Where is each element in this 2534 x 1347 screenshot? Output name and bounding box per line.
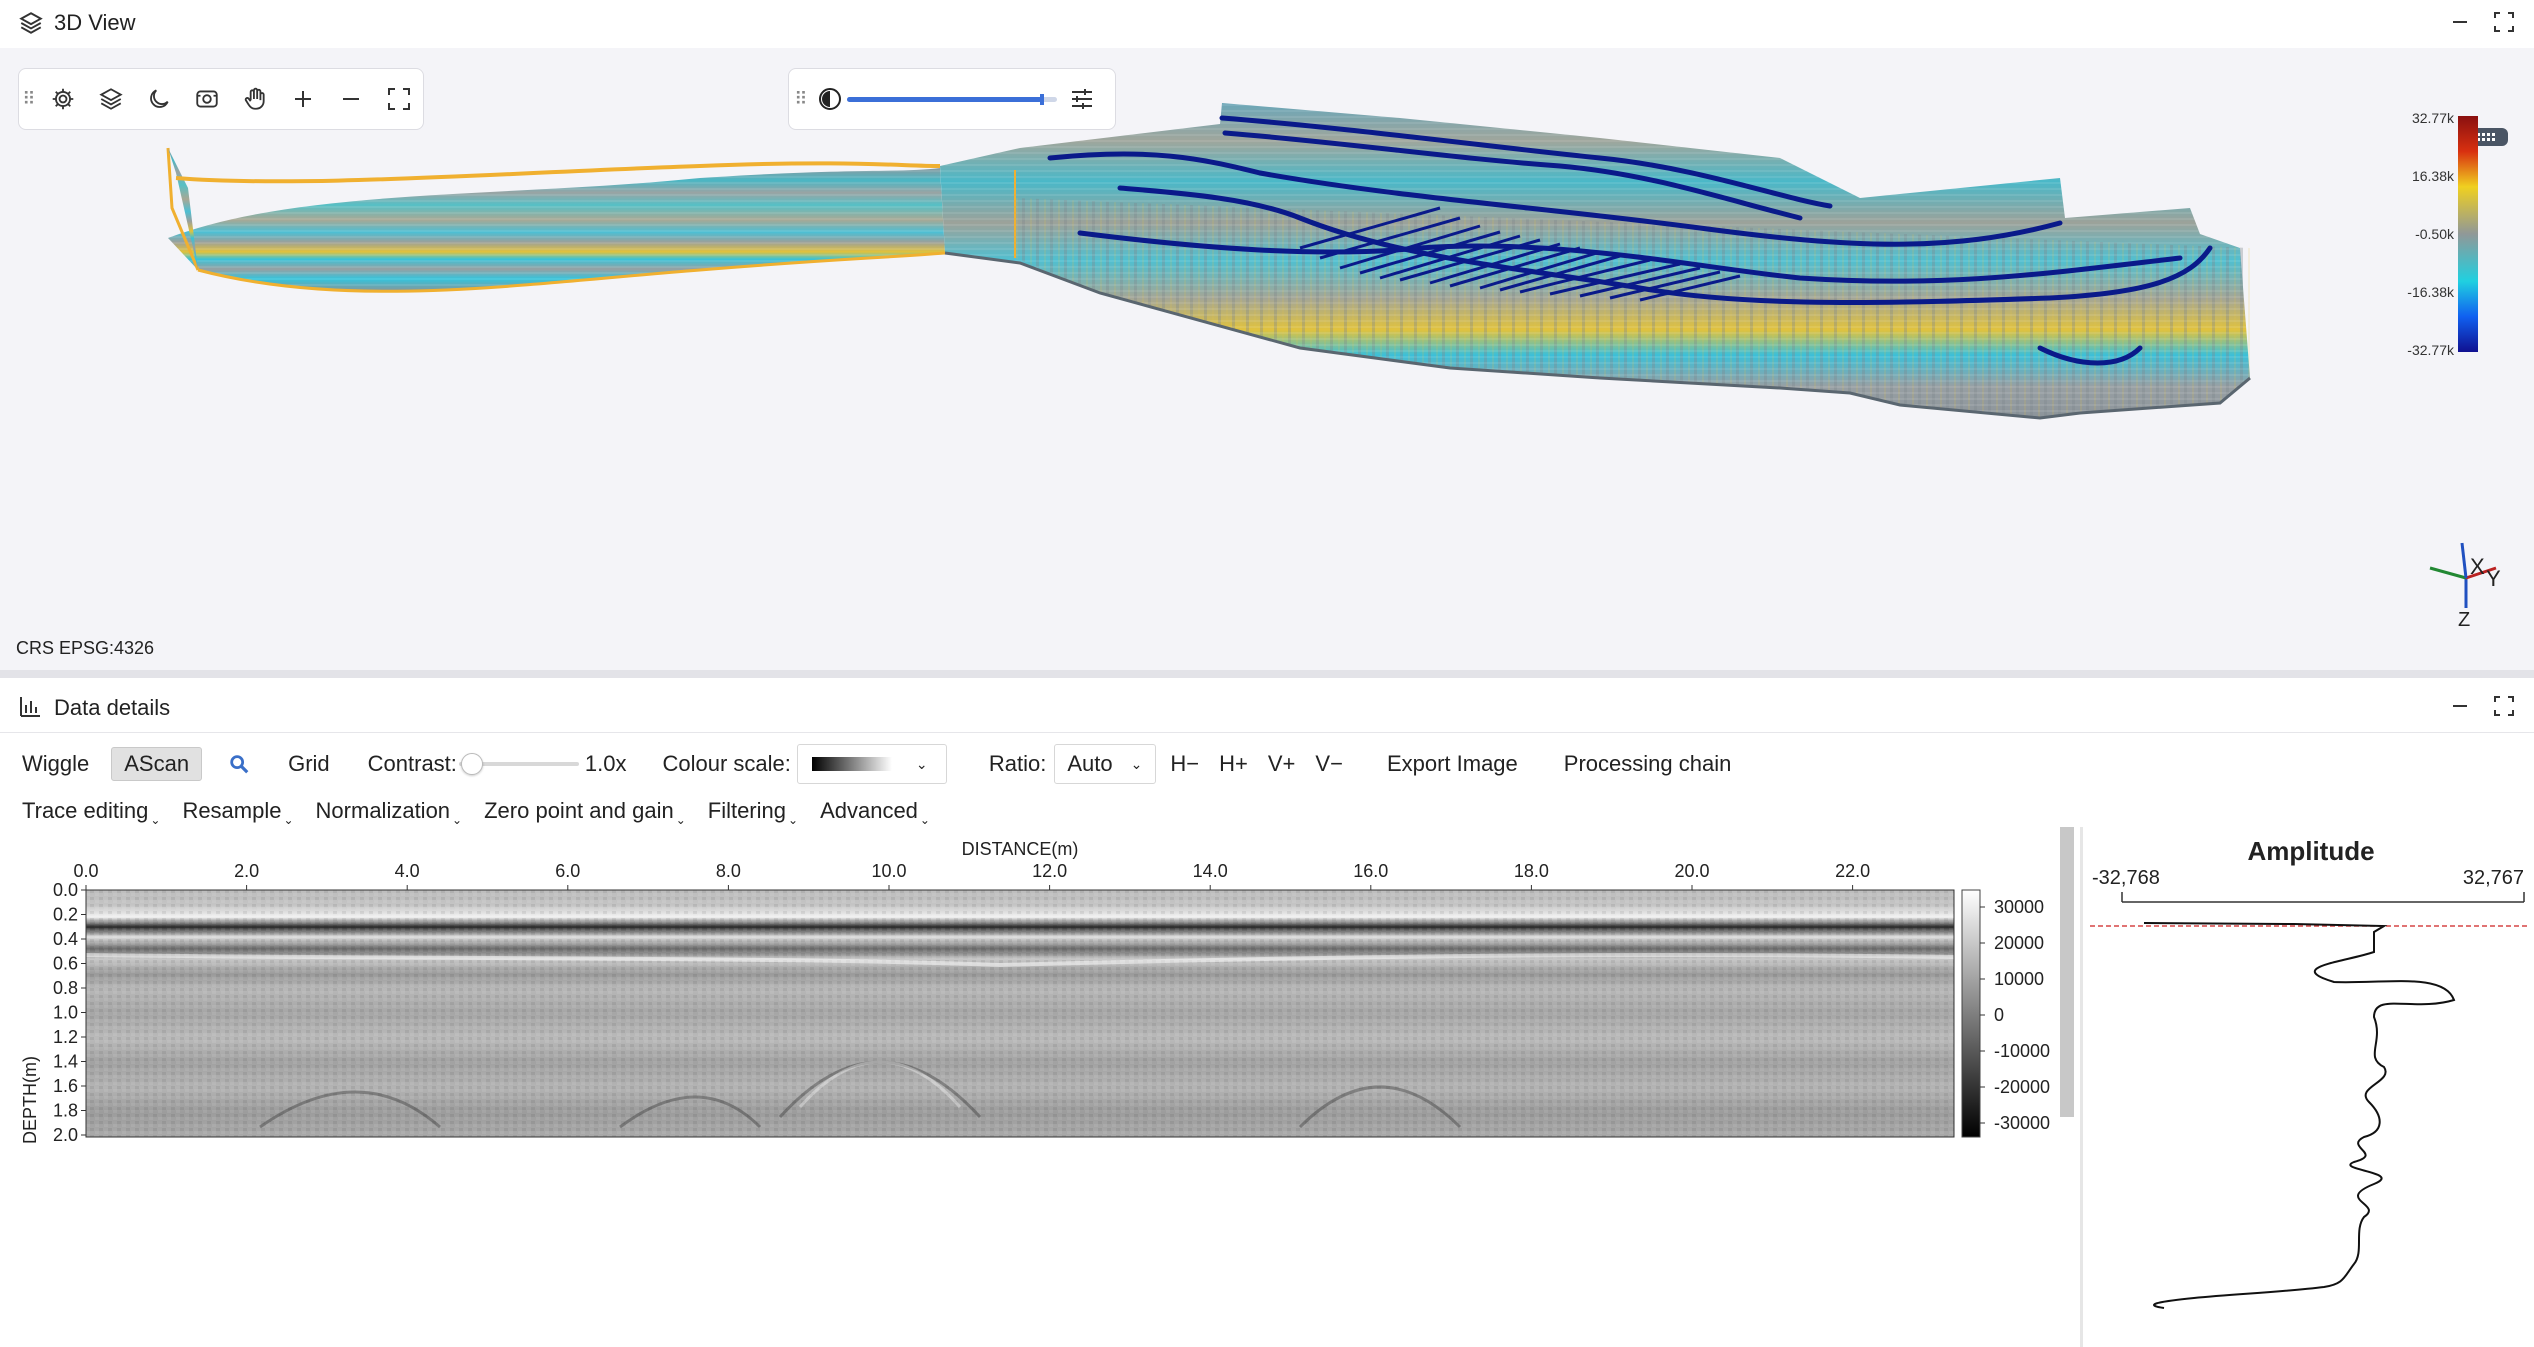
contrast-label: Contrast: [367,751,457,776]
details-title: Data details [54,694,171,720]
menu-label: Advanced [820,797,918,823]
x-tick-label: 16.0 [1353,861,1388,881]
zero-point-gain-menu[interactable]: Zero point and gain ⌄ [484,798,686,827]
x-tick-label: 0.0 [73,861,98,881]
export-image-button[interactable]: Export Image [1387,751,1518,777]
contrast-slider[interactable] [458,752,579,776]
colorbar-tick-label: -10000 [1994,1041,2050,1061]
amplitude-max: 32,767 [2463,867,2524,889]
colour-scale-label: Colour scale: [662,751,791,776]
details-maximize-button[interactable] [2490,692,2518,720]
3d-viewport[interactable]: ⠿ ⠿ 32.77k 16.38k -0.50k -16.38k -32.77k… [0,48,2534,670]
advanced-menu[interactable]: Advanced ⌄ [820,798,930,827]
details-header: Data details [0,685,2534,730]
colorbar-tick-label: -32.77k [2407,342,2455,358]
colorbar-tick-label: 20000 [1994,933,2044,953]
colorbar-tick-label: -0.50k [2415,226,2455,242]
y-tick-label: 1.2 [53,1027,78,1047]
colorbar-tick-label: -20000 [1994,1077,2050,1097]
v-minus-button[interactable]: V− [1315,751,1343,777]
trace-editing-menu[interactable]: Trace editing ⌄ [22,798,160,827]
y-tick-label: 2.0 [53,1125,78,1145]
panel-divider[interactable] [0,670,2534,678]
menu-label: Trace editing [22,797,149,823]
radargram-colorbar [1961,889,1981,1138]
y-tick-label: 0.0 [53,880,78,900]
y-tick-label: 0.6 [53,954,78,974]
x-axis-label: DISTANCE(m) [962,839,1079,859]
chevron-down-icon: ⌄ [1130,755,1143,772]
contrast-value: 1.0x [584,751,627,776]
orientation-axes-widget[interactable]: X Y Z [2429,542,2501,631]
menu-label: Filtering [707,797,786,823]
processing-menus: Trace editing ⌄ Resample ⌄ Normalization ⌄ … [0,794,2534,830]
ascan-button[interactable]: AScan [111,747,203,781]
y-axis-label: DEPTH(m) [20,1056,40,1144]
x-tick-label: 4.0 [395,861,420,881]
y-tick-label: 0.4 [53,929,78,949]
amplitude-plot[interactable]: Amplitude -32,768 32,767 [2084,832,2534,1332]
axis-y-label: Y [2486,566,2501,591]
grid-button[interactable]: Grid [288,751,330,777]
bar-chart-icon [18,695,44,721]
details-toolbar: Wiggle AScan Grid Contrast: 1.0x Colour … [0,743,2534,785]
chevron-down-icon: ⌄ [915,755,928,772]
colorbar-tick-label: 30000 [1994,897,2044,917]
crs-label: CRS EPSG:4326 [16,638,155,658]
colorbar-tick-label: -16.38k [2407,284,2455,300]
search-icon[interactable] [228,753,250,775]
amplitude-title: Amplitude [2247,836,2374,866]
3d-scene[interactable]: 32.77k 16.38k -0.50k -16.38k -32.77k X Y Z [0,48,2534,670]
amplitude-trace [2143,922,2456,1309]
y-tick-label: 0.8 [53,978,78,998]
normalization-menu[interactable]: Normalization ⌄ [316,798,463,827]
x-tick-label: 2.0 [234,861,259,881]
h-minus-button[interactable]: H− [1170,751,1199,777]
processing-chain-button[interactable]: Processing chain [1564,751,1732,777]
menu-label: Resample [182,797,282,823]
x-tick-label: 10.0 [871,861,906,881]
vertical-scrollbar[interactable] [2060,827,2074,1117]
resample-menu[interactable]: Resample ⌄ [182,798,293,827]
x-tick-label: 22.0 [1835,861,1870,881]
axis-x-label: X [2470,554,2485,579]
filtering-menu[interactable]: Filtering ⌄ [708,798,798,827]
v-plus-button[interactable]: V+ [1268,751,1296,777]
wiggle-button[interactable]: Wiggle [22,751,89,777]
minimize-button[interactable] [2446,8,2474,36]
colorbar-tick-label: 16.38k [2412,168,2455,184]
view3d-title: 3D View [54,9,136,35]
x-tick-label: 14.0 [1193,861,1228,881]
details-minimize-button[interactable] [2446,692,2474,720]
y-tick-label: 1.6 [53,1076,78,1096]
colorbar-tick-label: 10000 [1994,969,2044,989]
axis-z-label: Z [2458,609,2470,631]
grayscale-swatch [811,757,892,771]
maximize-button[interactable] [2490,8,2518,36]
ratio-value: Auto [1067,751,1113,776]
y-tick-label: 1.4 [53,1052,78,1072]
menu-label: Zero point and gain [484,797,674,823]
x-tick-label: 12.0 [1032,861,1067,881]
y-tick-label: 0.2 [53,905,78,925]
ratio-select[interactable]: Auto ⌄ [1054,744,1157,784]
layers-icon [18,10,44,36]
colour-scale-select[interactable]: ⌄ [796,744,947,784]
3d-colorbar [2458,116,2478,352]
ratio-label: Ratio: [988,751,1047,776]
y-tick-label: 1.0 [53,1003,78,1023]
x-tick-label: 8.0 [716,861,741,881]
menu-label: Normalization [315,797,451,823]
amplitude-min: -32,768 [2092,867,2160,889]
view3d-header: 3D View [0,0,2534,45]
colorbar-tick-label: 0 [1994,1005,2004,1025]
x-tick-label: 18.0 [1514,861,1549,881]
colorbar-tick-label: -30000 [1994,1113,2050,1133]
x-tick-label: 20.0 [1674,861,1709,881]
y-tick-label: 1.8 [53,1101,78,1121]
h-plus-button[interactable]: H+ [1219,751,1248,777]
colorbar-tick-label: 32.77k [2412,110,2455,126]
x-tick-label: 6.0 [555,861,580,881]
